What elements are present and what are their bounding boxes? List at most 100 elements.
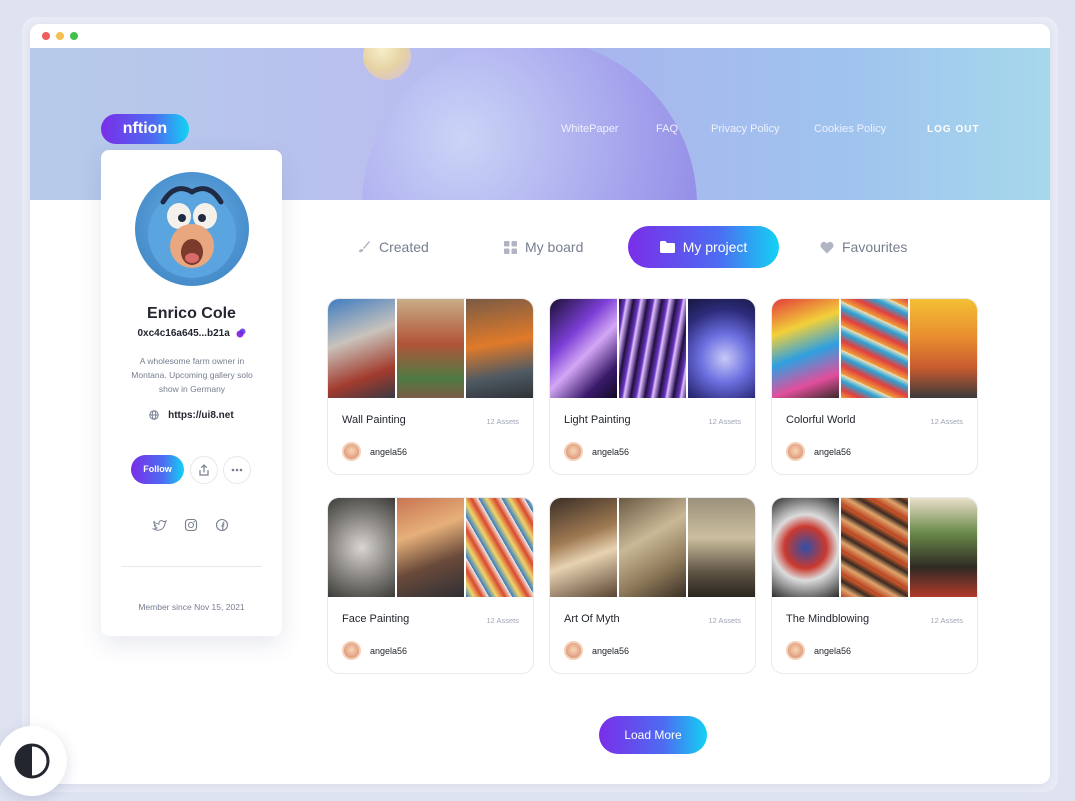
wallet-address: 0xc4c16a645...b21a	[101, 328, 282, 339]
brush-icon	[359, 241, 370, 253]
profile-website[interactable]: https://ui8.net	[101, 410, 282, 421]
project-thumbnails	[328, 498, 533, 597]
project-title: The Mindblowing	[786, 613, 870, 625]
project-assets-count: 12 Assets	[708, 417, 741, 426]
avatar	[135, 172, 249, 286]
project-user[interactable]: angela56	[814, 447, 851, 457]
project-assets-count: 12 Assets	[930, 616, 963, 625]
share-button[interactable]	[190, 456, 218, 484]
thumbnail-image	[550, 498, 617, 597]
project-thumbnails	[772, 299, 977, 398]
tab-favourites[interactable]: Favourites	[820, 226, 907, 268]
logout-link[interactable]: LOG OUT	[927, 124, 980, 135]
project-title: Light Painting	[564, 414, 631, 426]
thumbnail-image	[688, 299, 755, 398]
user-avatar	[786, 442, 805, 461]
share-icon	[199, 464, 209, 476]
project-title: Colorful World	[786, 414, 856, 426]
thumbnail-image	[772, 498, 839, 597]
load-more-button[interactable]: Load More	[599, 716, 707, 754]
project-assets-count: 12 Assets	[486, 417, 519, 426]
hero-sphere-decoration	[362, 48, 697, 200]
project-card-face-painting[interactable]: Face Painting 12 Assets angela56	[327, 497, 534, 674]
minimize-window-button[interactable]	[56, 32, 64, 40]
tab-my-project-label: My project	[682, 239, 748, 255]
project-title: Wall Painting	[342, 414, 406, 426]
heart-icon	[820, 241, 834, 253]
thumbnail-image	[841, 299, 908, 398]
profile-bio: A wholesome farm owner in Montana. Upcom…	[131, 356, 253, 394]
member-since: Member since Nov 15, 2021	[138, 602, 245, 612]
theme-toggle-button[interactable]	[0, 726, 67, 796]
tab-my-project[interactable]: My project	[628, 226, 779, 268]
profile-divider	[121, 566, 262, 567]
project-thumbnails	[772, 498, 977, 597]
user-avatar	[564, 641, 583, 660]
project-card-art-of-myth[interactable]: Art Of Myth 12 Assets angela56	[549, 497, 756, 674]
project-title: Art Of Myth	[564, 613, 620, 625]
user-avatar	[342, 442, 361, 461]
project-thumbnails	[550, 299, 755, 398]
follow-button[interactable]: Follow	[131, 455, 184, 484]
thumbnail-image	[910, 299, 977, 398]
nav-whitepaper[interactable]: WhitePaper	[561, 123, 618, 135]
user-avatar	[564, 442, 583, 461]
thumbnail-image	[910, 498, 977, 597]
thumbnail-image	[619, 498, 686, 597]
contrast-icon	[14, 743, 50, 779]
project-assets-count: 12 Assets	[708, 616, 741, 625]
project-user[interactable]: angela56	[592, 646, 629, 656]
project-title: Face Painting	[342, 613, 410, 625]
copy-wallet-icon[interactable]	[236, 328, 246, 338]
project-thumbnails	[550, 498, 755, 597]
nav-privacy-policy[interactable]: Privacy Policy	[711, 123, 779, 135]
tab-my-board-label: My board	[525, 239, 584, 255]
user-avatar	[342, 641, 361, 660]
avatar-illustration	[148, 186, 236, 278]
tab-my-board[interactable]: My board	[504, 226, 583, 268]
thumbnail-image	[619, 299, 686, 398]
tab-created[interactable]: Created	[357, 226, 429, 268]
thumbnail-image	[688, 498, 755, 597]
thumbnail-image	[841, 498, 908, 597]
grid-icon	[504, 240, 517, 254]
project-card-wall-painting[interactable]: Wall Painting 12 Assets angela56	[327, 298, 534, 475]
globe-icon	[149, 410, 160, 421]
profile-name: Enrico Cole	[147, 305, 236, 322]
project-user[interactable]: angela56	[592, 447, 629, 457]
project-assets-count: 12 Assets	[486, 616, 519, 625]
window-titlebar	[30, 24, 1050, 48]
project-user[interactable]: angela56	[370, 646, 407, 656]
project-card-light-painting[interactable]: Light Painting 12 Assets angela56	[549, 298, 756, 475]
project-user[interactable]: angela56	[814, 646, 851, 656]
wallet-address-text: 0xc4c16a645...b21a	[137, 328, 230, 339]
more-options-button[interactable]	[223, 456, 251, 484]
nav-cookies-policy[interactable]: Cookies Policy	[814, 123, 886, 135]
project-card-the-mindblowing[interactable]: The Mindblowing 12 Assets angela56	[771, 497, 978, 674]
thumbnail-image	[328, 299, 395, 398]
tab-created-label: Created	[379, 239, 429, 255]
project-thumbnails	[328, 299, 533, 398]
user-avatar	[786, 641, 805, 660]
project-user[interactable]: angela56	[370, 447, 407, 457]
profile-website-text: https://ui8.net	[168, 410, 234, 421]
twitter-icon[interactable]	[152, 517, 168, 533]
project-card-colorful-world[interactable]: Colorful World 12 Assets angela56	[771, 298, 978, 475]
profile-card: Enrico Cole 0xc4c16a645...b21a A wholeso…	[101, 150, 282, 636]
tab-favourites-label: Favourites	[842, 239, 908, 255]
brand-logo[interactable]: nftion	[101, 114, 189, 144]
facebook-icon[interactable]	[214, 517, 230, 533]
thumbnail-image	[772, 299, 839, 398]
nav-faq[interactable]: FAQ	[656, 123, 678, 135]
thumbnail-image	[397, 498, 464, 597]
close-window-button[interactable]	[42, 32, 50, 40]
more-dots-icon	[231, 468, 243, 472]
folder-icon	[659, 241, 675, 253]
maximize-window-button[interactable]	[70, 32, 78, 40]
instagram-icon[interactable]	[183, 517, 199, 533]
thumbnail-image	[466, 299, 533, 398]
thumbnail-image	[466, 498, 533, 597]
thumbnail-image	[328, 498, 395, 597]
thumbnail-image	[550, 299, 617, 398]
browser-window: nftion WhitePaper FAQ Privacy Policy Coo…	[30, 24, 1050, 784]
